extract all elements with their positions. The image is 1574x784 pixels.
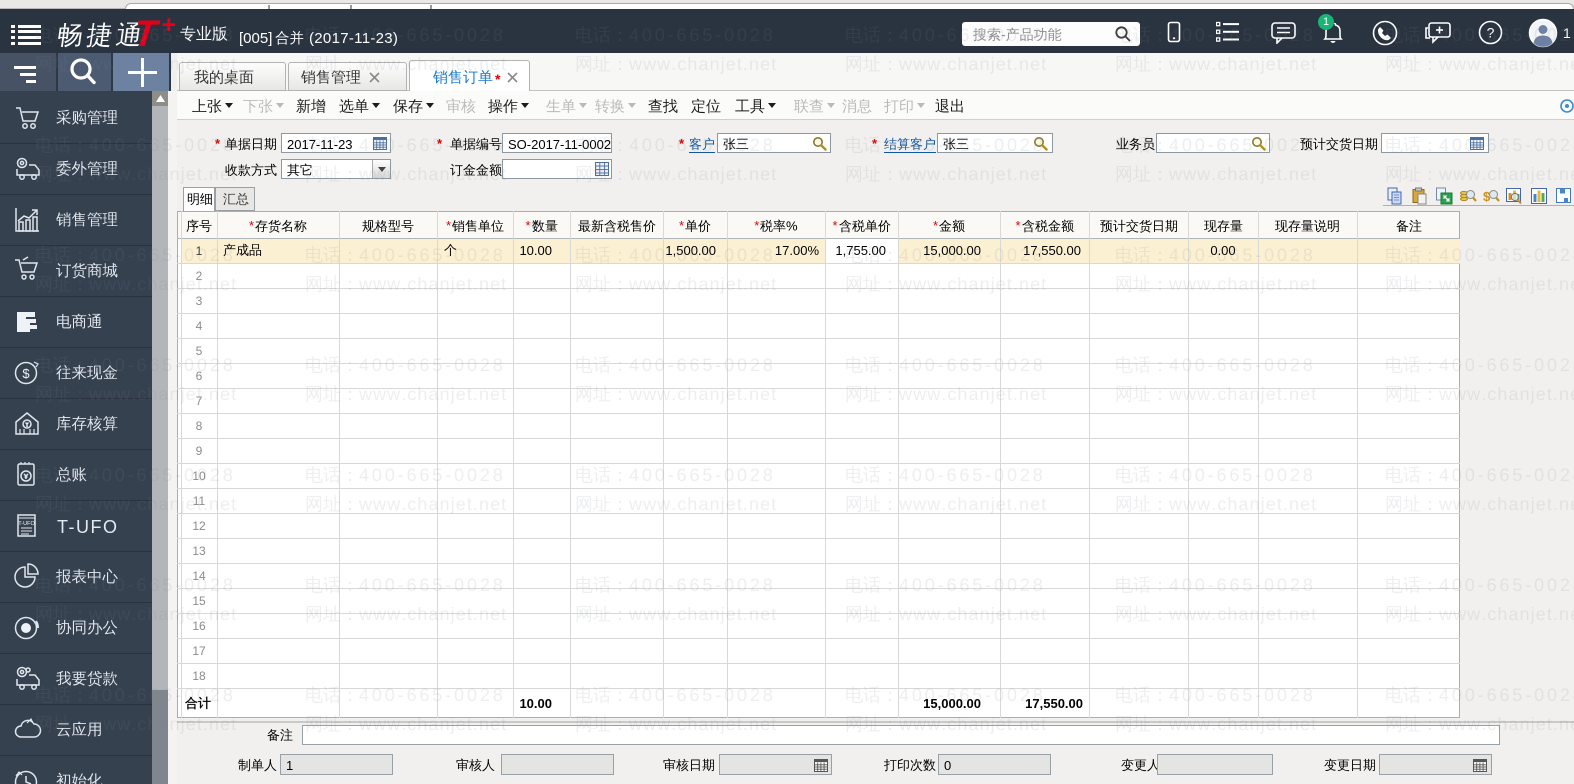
svg-text:?: ? (1487, 25, 1495, 41)
svg-text:$: $ (22, 366, 30, 381)
svg-text:T-UFO: T-UFO (18, 521, 35, 527)
